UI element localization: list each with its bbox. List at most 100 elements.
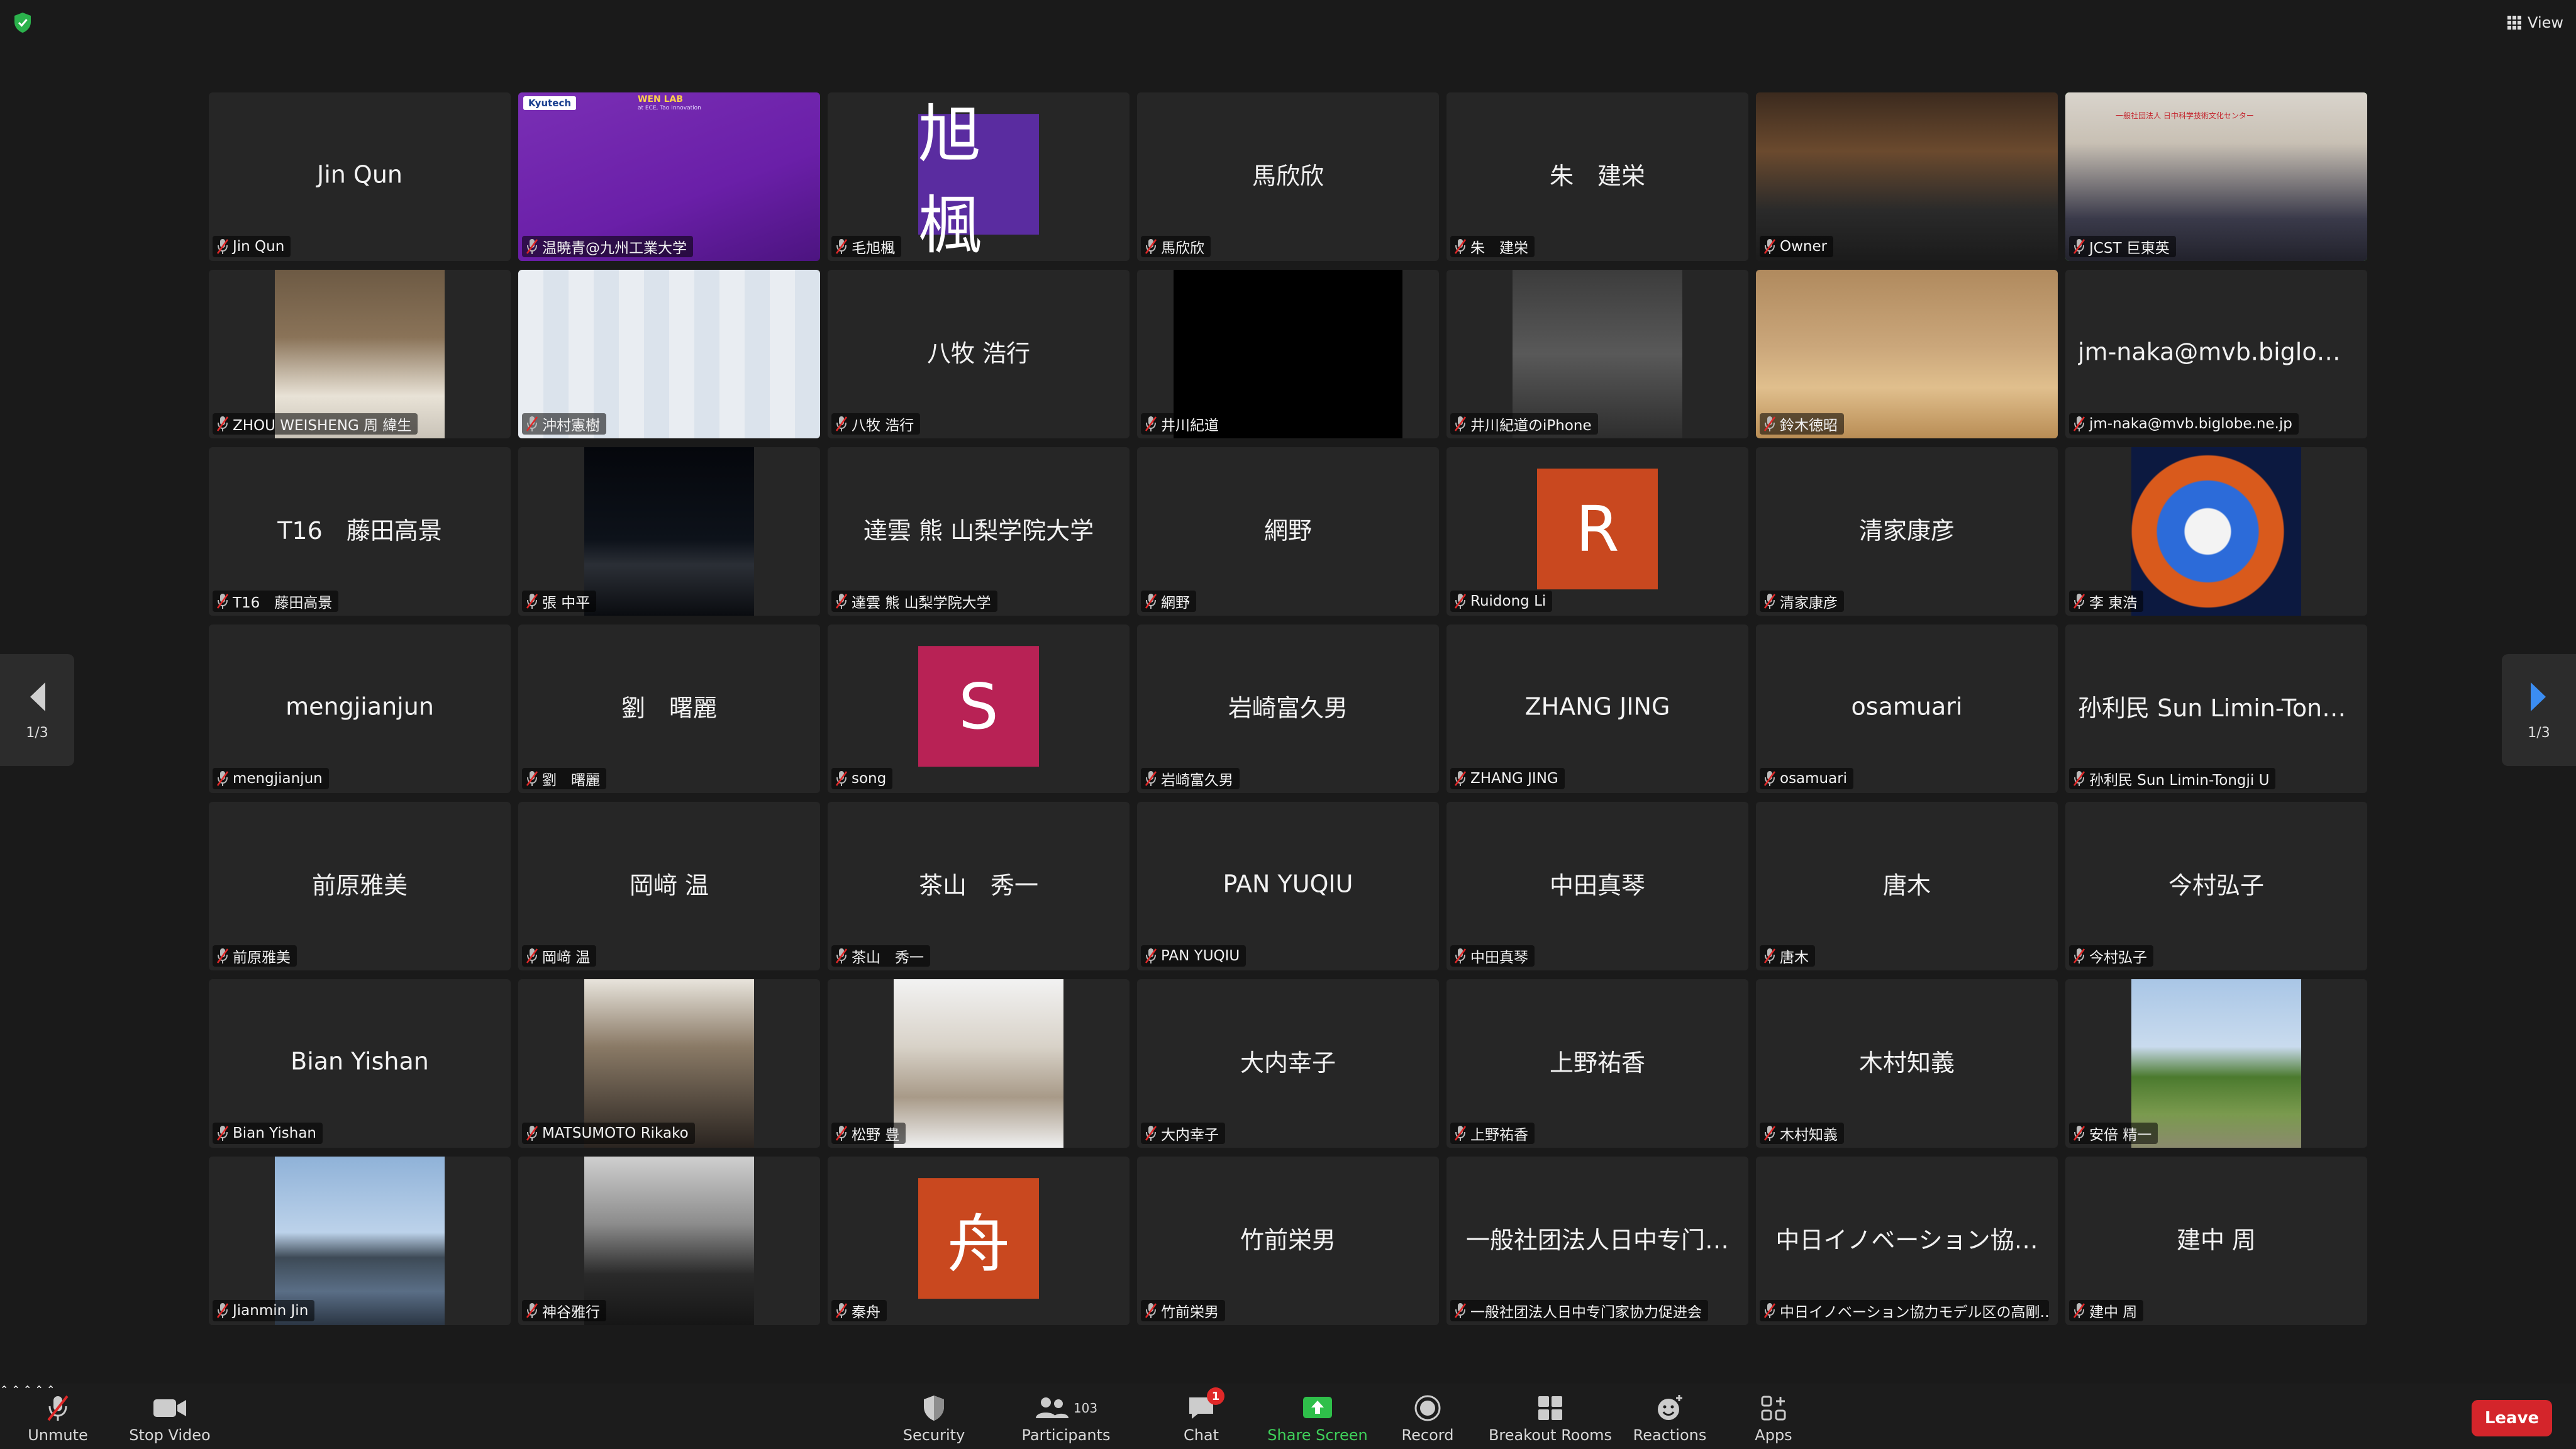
unmute-button[interactable]: Unmute: [26, 1391, 89, 1444]
participants-button[interactable]: 103 Participants: [1013, 1391, 1119, 1444]
participant-tile[interactable]: 今村弘子 今村弘子: [2065, 802, 2367, 970]
participant-tile[interactable]: 一般社团法人日中专门… 一般社团法人日中专门家协力促进会: [1446, 1157, 1748, 1325]
participant-tile[interactable]: 清家康彦 清家康彦: [1756, 447, 2058, 616]
participant-tile[interactable]: MATSUMOTO Rikako: [518, 979, 820, 1148]
reactions-button[interactable]: Reactions: [1629, 1391, 1711, 1444]
participant-display-name: 木村知義: [1858, 1049, 1955, 1077]
participant-tile[interactable]: osamuari osamuari: [1756, 625, 2058, 793]
participant-tile[interactable]: 八牧 浩行 八牧 浩行: [828, 270, 1130, 438]
participant-tile[interactable]: 鈴木徳昭: [1756, 270, 2058, 438]
participant-video: [894, 979, 1063, 1148]
participant-name: 今村弘子: [2089, 950, 2147, 966]
participant-tile[interactable]: 岡﨑 温岡﨑 温: [518, 802, 820, 970]
participant-tile[interactable]: 李 東浩: [2065, 447, 2367, 616]
encryption-shield-icon[interactable]: [13, 11, 33, 34]
participant-name: 上野祐香: [1470, 1127, 1528, 1143]
participant-name: 沖村憲樹: [542, 418, 600, 434]
participant-name-label: 岡﨑 温: [522, 945, 597, 967]
participant-tile[interactable]: jm-naka@mvb.biglobe... jm-naka@mvb.biglob…: [2065, 270, 2367, 438]
participant-tile[interactable]: 沖村憲樹: [518, 270, 820, 438]
muted-microphone-icon: [216, 239, 229, 254]
record-button[interactable]: Record: [1396, 1391, 1459, 1444]
apps-button[interactable]: Apps: [1742, 1391, 1805, 1444]
muted-microphone-icon: [216, 594, 229, 609]
participant-tile[interactable]: 孙利民 Sun Limin-Tongj... 孙利民 Sun Limin-Tong…: [2065, 625, 2367, 793]
participant-tile[interactable]: 張 中平: [518, 447, 820, 616]
participant-tile[interactable]: 松野 豊: [828, 979, 1130, 1148]
chat-button[interactable]: 1 Chat: [1170, 1387, 1233, 1444]
participant-tile[interactable]: 一般社団法人 日中科学技術文化センター JCST 巨東英: [2065, 92, 2367, 261]
participant-tile[interactable]: Jin Qun Jin Qun: [209, 92, 511, 261]
participant-tile[interactable]: 上野祐香 上野祐香: [1446, 979, 1748, 1148]
share-screen-button[interactable]: Share Screen: [1264, 1391, 1371, 1444]
participant-tile[interactable]: PAN YUQIU PAN YUQIU: [1137, 802, 1439, 970]
participant-tile[interactable]: 中日イノベーション協… 中日イノベーション協力モデル区の高剛…: [1756, 1157, 2058, 1325]
participant-tile[interactable]: 旭楓 毛旭楓: [828, 92, 1130, 261]
participant-tile[interactable]: mengjianjun mengjianjun: [209, 625, 511, 793]
video-options-caret[interactable]: ⌃: [12, 1384, 20, 1396]
participant-tile[interactable]: 井川紀道のiPhone: [1446, 270, 1748, 438]
participant-tile[interactable]: ZHOU WEISHENG 周 緯生: [209, 270, 511, 438]
participant-name: 岩崎富久男: [1161, 772, 1233, 789]
participant-name: osamuari: [1780, 770, 1848, 787]
muted-microphone-icon: [47, 1395, 69, 1421]
participant-name: 唐木: [1780, 950, 1809, 966]
participant-tile[interactable]: 岩崎富久男 岩崎富久男: [1137, 625, 1439, 793]
participant-display-name: 前原雅美: [311, 872, 408, 900]
participant-tile[interactable]: 安倍 精一: [2065, 979, 2367, 1148]
previous-page-button[interactable]: 1/3: [0, 654, 74, 766]
participant-tile[interactable]: 朱 建栄朱 建栄: [1446, 92, 1748, 261]
security-shield-icon: [924, 1396, 944, 1421]
breakout-rooms-button[interactable]: Breakout Rooms: [1487, 1391, 1613, 1444]
participant-name: 中日イノベーション協力モデル区の高剛…: [1780, 1304, 2049, 1321]
participant-tile[interactable]: 建中 周建中 周: [2065, 1157, 2367, 1325]
participant-tile[interactable]: 馬欣欣 馬欣欣: [1137, 92, 1439, 261]
participant-name-label: osamuari: [1760, 768, 1854, 789]
participant-name-label: 上野祐香: [1450, 1123, 1535, 1144]
participant-tile[interactable]: ZHANG JING ZHANG JING: [1446, 625, 1748, 793]
participant-name-label: 沖村憲樹: [522, 413, 606, 435]
participant-tile[interactable]: 劉 曙麗劉 曙麗: [518, 625, 820, 793]
participant-video: [2131, 447, 2301, 616]
leave-button[interactable]: Leave: [2472, 1400, 2552, 1436]
participant-tile[interactable]: 中田真琴 中田真琴: [1446, 802, 1748, 970]
participant-tile[interactable]: 神谷雅行: [518, 1157, 820, 1325]
participant-tile[interactable]: 舟秦舟: [828, 1157, 1130, 1325]
participant-tile[interactable]: Jianmin Jin: [209, 1157, 511, 1325]
participant-display-name: 竹前栄男: [1240, 1226, 1336, 1255]
participant-name-label: mengjianjun: [213, 768, 329, 789]
participant-name: 温暁青@九州工業大学: [542, 240, 687, 257]
participant-tile[interactable]: 大内幸子 大内幸子: [1137, 979, 1439, 1148]
participant-tile[interactable]: 唐木 唐木: [1756, 802, 2058, 970]
participant-tile[interactable]: 茶山 秀一 茶山 秀一: [828, 802, 1130, 970]
chat-unread-badge: 1: [1207, 1387, 1224, 1405]
participant-display-name: jm-naka@mvb.biglobe...: [2078, 338, 2355, 366]
muted-microphone-icon: [1763, 594, 1776, 609]
participant-video: [584, 1157, 754, 1325]
muted-microphone-icon: [526, 594, 538, 609]
muted-microphone-icon: [2073, 239, 2085, 254]
view-button[interactable]: View: [2507, 10, 2563, 35]
meeting-toolbar: Unmute ⌃ Stop Video ⌃ Security 103 Parti…: [0, 1384, 2576, 1449]
participant-display-name: 劉 曙麗: [621, 694, 717, 723]
participant-tile[interactable]: Kyutech WEN LAB at ECE, Tao Innovation 温暁青@…: [518, 92, 820, 261]
stop-video-button[interactable]: Stop Video: [126, 1391, 214, 1444]
participant-tile[interactable]: R Ruidong Li: [1446, 447, 1748, 616]
participant-tile[interactable]: 竹前栄男 竹前栄男: [1137, 1157, 1439, 1325]
participant-tile[interactable]: Ssong: [828, 625, 1130, 793]
next-page-button[interactable]: 1/3: [2502, 654, 2576, 766]
participant-name-label: 安倍 精一: [2069, 1123, 2158, 1144]
security-button[interactable]: Security: [893, 1391, 975, 1444]
participant-tile[interactable]: 網野 網野: [1137, 447, 1439, 616]
participant-tile[interactable]: 達雲 熊 山梨学院大学 達雲 熊 山梨学院大学: [828, 447, 1130, 616]
participant-tile[interactable]: 前原雅美 前原雅美: [209, 802, 511, 970]
audio-options-caret[interactable]: ⌃: [0, 1384, 8, 1396]
participant-display-name: 岩崎富久男: [1228, 694, 1348, 723]
participant-display-name: PAN YUQIU: [1223, 870, 1353, 898]
participant-name: Jin Qun: [233, 238, 285, 255]
participant-tile[interactable]: Owner: [1756, 92, 2058, 261]
participant-tile[interactable]: 井川紀道: [1137, 270, 1439, 438]
participant-tile[interactable]: T16 藤田高景 T16 藤田高景: [209, 447, 511, 616]
participant-tile[interactable]: Bian Yishan Bian Yishan: [209, 979, 511, 1148]
participant-tile[interactable]: 木村知義 木村知義: [1756, 979, 2058, 1148]
